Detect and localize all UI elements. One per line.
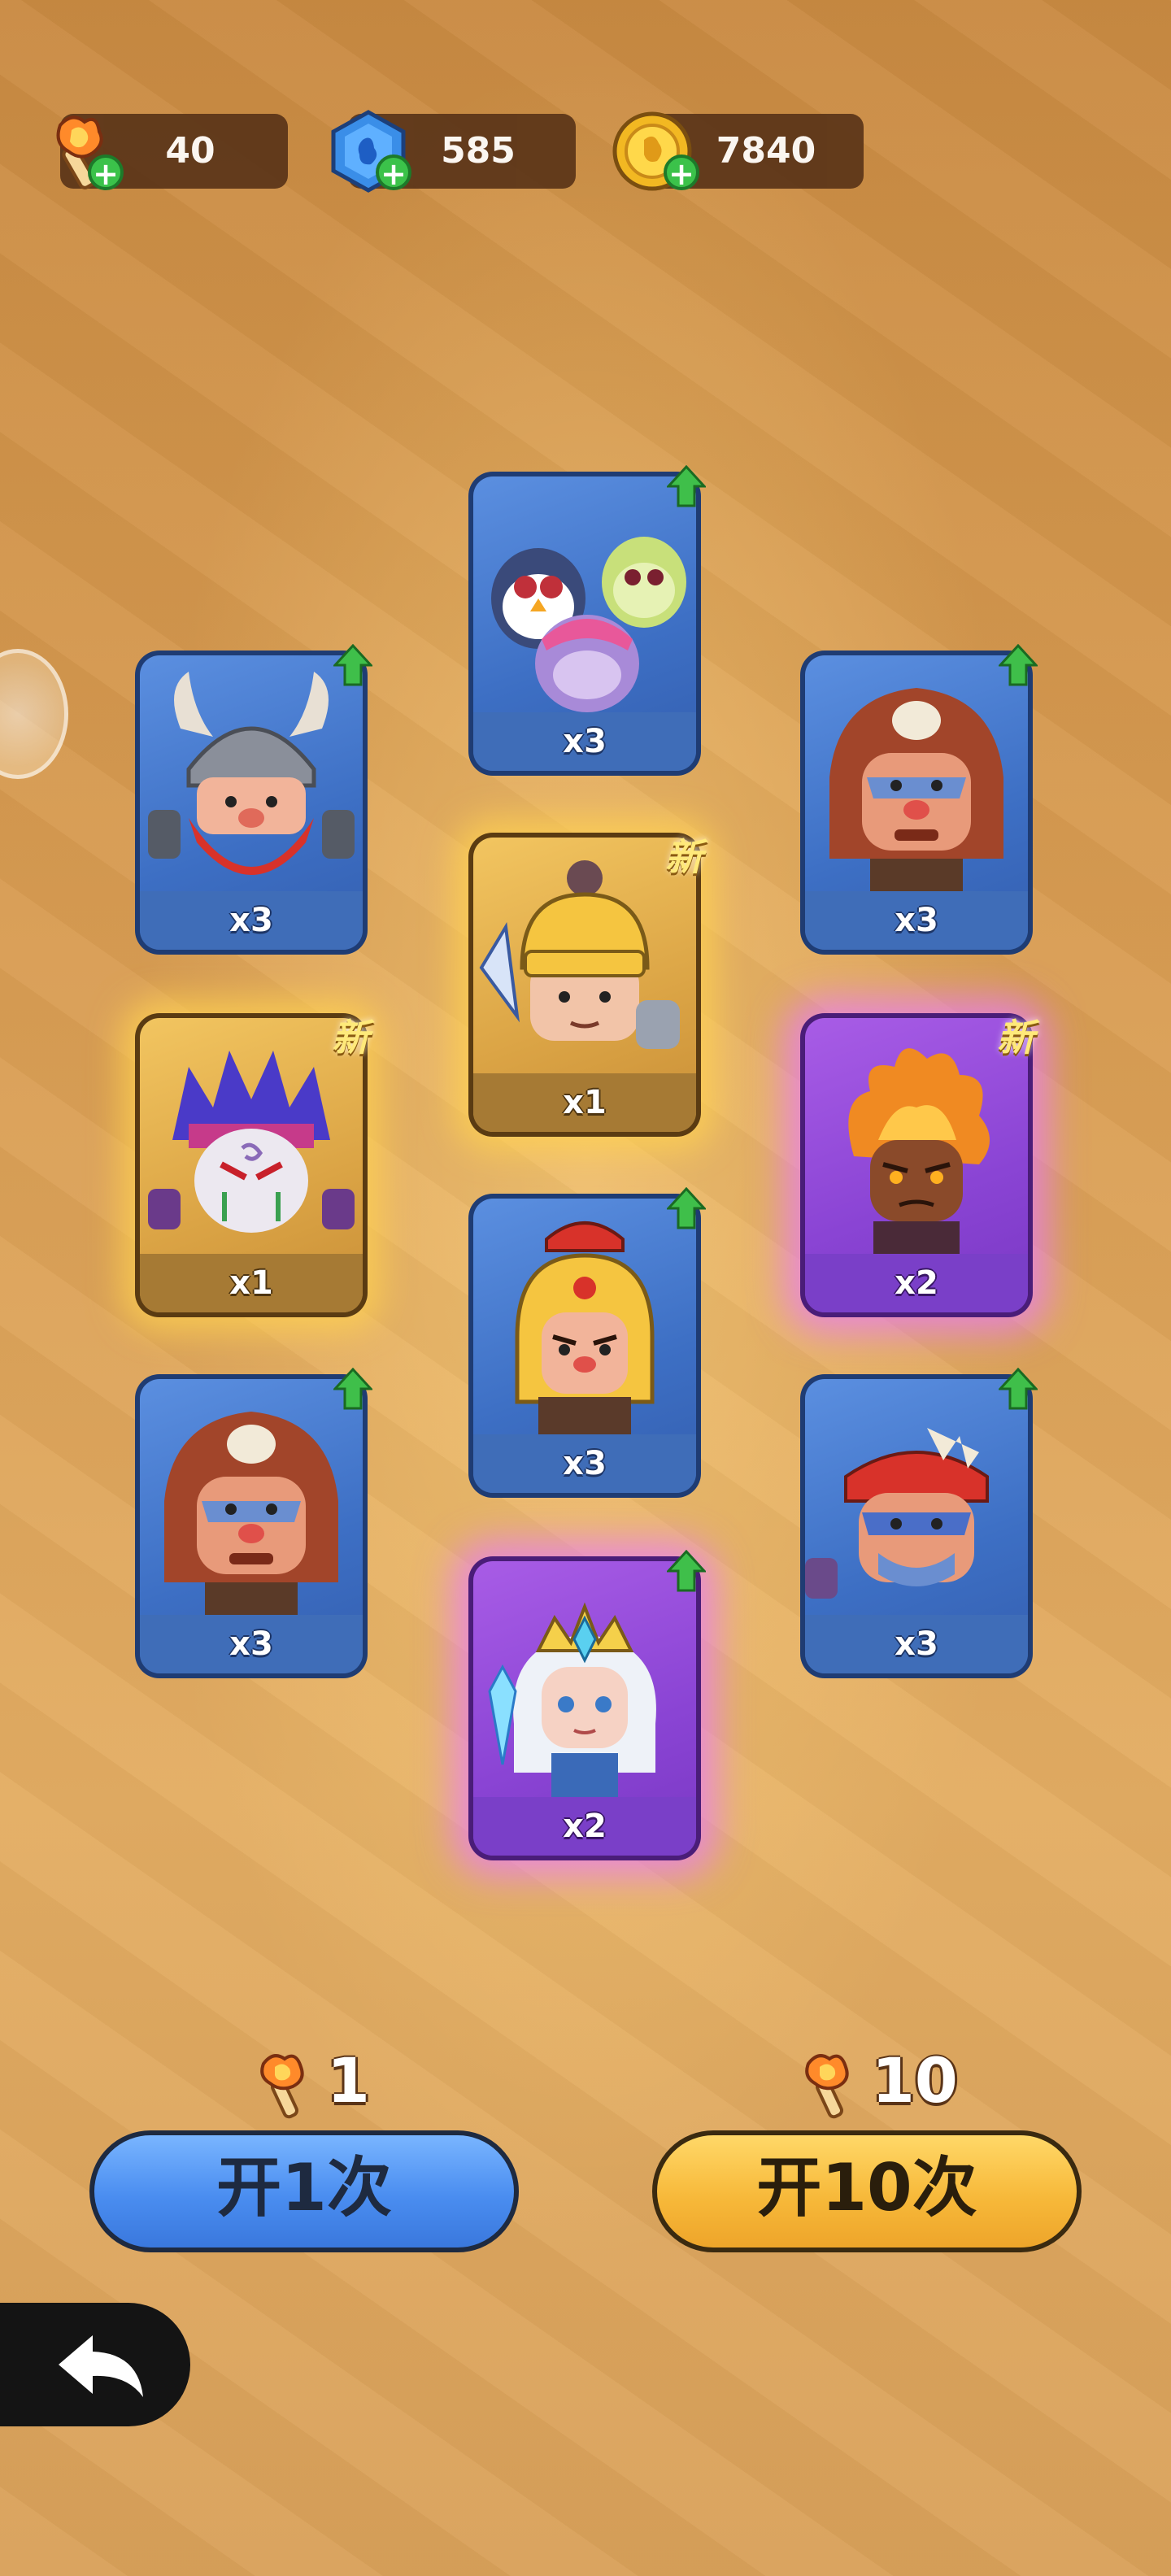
new-badge: 新 xyxy=(332,1016,369,1060)
card-count-label: x1 xyxy=(140,1254,363,1312)
new-badge: 新 xyxy=(997,1016,1034,1060)
upgrade-arrow-icon xyxy=(333,644,372,686)
card-count-label: x1 xyxy=(473,1073,696,1132)
hero-card[interactable]: x3 xyxy=(135,1368,372,1678)
back-arrow-icon xyxy=(59,2335,143,2397)
viking-hero-portrait xyxy=(148,672,355,875)
hero-card[interactable]: x3 xyxy=(468,1187,706,1498)
barbarian-hero-portrait xyxy=(164,1412,338,1615)
upgrade-arrow-icon xyxy=(999,1368,1038,1410)
back-button[interactable] xyxy=(0,2303,190,2426)
side-menu-badge[interactable] xyxy=(0,649,68,779)
upgrade-arrow-icon xyxy=(667,465,706,507)
masked-hero-portrait xyxy=(148,1051,355,1233)
single-draw-cost-value: 1 xyxy=(327,2044,370,2117)
upgrade-arrow-icon xyxy=(667,1550,706,1592)
card-count-label: x3 xyxy=(805,1615,1028,1673)
hero-card[interactable]: x2 新 xyxy=(800,1013,1034,1317)
fire-hero-portrait xyxy=(848,1048,990,1254)
hero-card[interactable]: x2 xyxy=(468,1550,706,1860)
ice-princess-portrait xyxy=(488,1602,656,1797)
hero-card[interactable]: x1 新 xyxy=(135,1013,369,1317)
hero-card[interactable]: x3 xyxy=(800,644,1038,955)
card-count-label: x3 xyxy=(140,1615,363,1673)
upgrade-arrow-icon xyxy=(333,1368,372,1410)
card-count-label: x3 xyxy=(473,712,696,771)
knight-hero-portrait xyxy=(479,860,680,1049)
card-count-label: x2 xyxy=(473,1797,696,1856)
card-count-label: x2 xyxy=(805,1254,1028,1312)
upgrade-arrow-icon xyxy=(999,644,1038,686)
card-count-label: x3 xyxy=(473,1434,696,1493)
torch-icon xyxy=(260,2054,304,2119)
card-count-label: x3 xyxy=(805,891,1028,950)
draw-once-button[interactable]: 开1次 xyxy=(89,2130,519,2252)
gem-add-button[interactable]: + xyxy=(376,154,411,190)
pirate-hero-portrait xyxy=(805,1428,989,1599)
torch-add-button[interactable]: + xyxy=(88,154,124,190)
barbarian-hero-portrait xyxy=(829,688,1003,891)
bird-squad-portrait xyxy=(491,537,686,712)
draw-ten-button[interactable]: 开10次 xyxy=(652,2130,1082,2252)
ten-draw-cost-value: 10 xyxy=(872,2044,958,2117)
hero-card[interactable]: x3 xyxy=(135,644,372,955)
hero-card[interactable]: x1 新 xyxy=(468,833,703,1137)
spartan-hero-portrait xyxy=(515,1221,655,1434)
new-badge: 新 xyxy=(665,835,703,879)
hero-card[interactable]: x3 xyxy=(800,1368,1038,1678)
card-count-label: x3 xyxy=(140,891,363,950)
coin-add-button[interactable]: + xyxy=(664,154,699,190)
upgrade-arrow-icon xyxy=(667,1187,706,1229)
hero-card[interactable]: x3 xyxy=(468,465,706,776)
torch-icon xyxy=(805,2054,849,2119)
